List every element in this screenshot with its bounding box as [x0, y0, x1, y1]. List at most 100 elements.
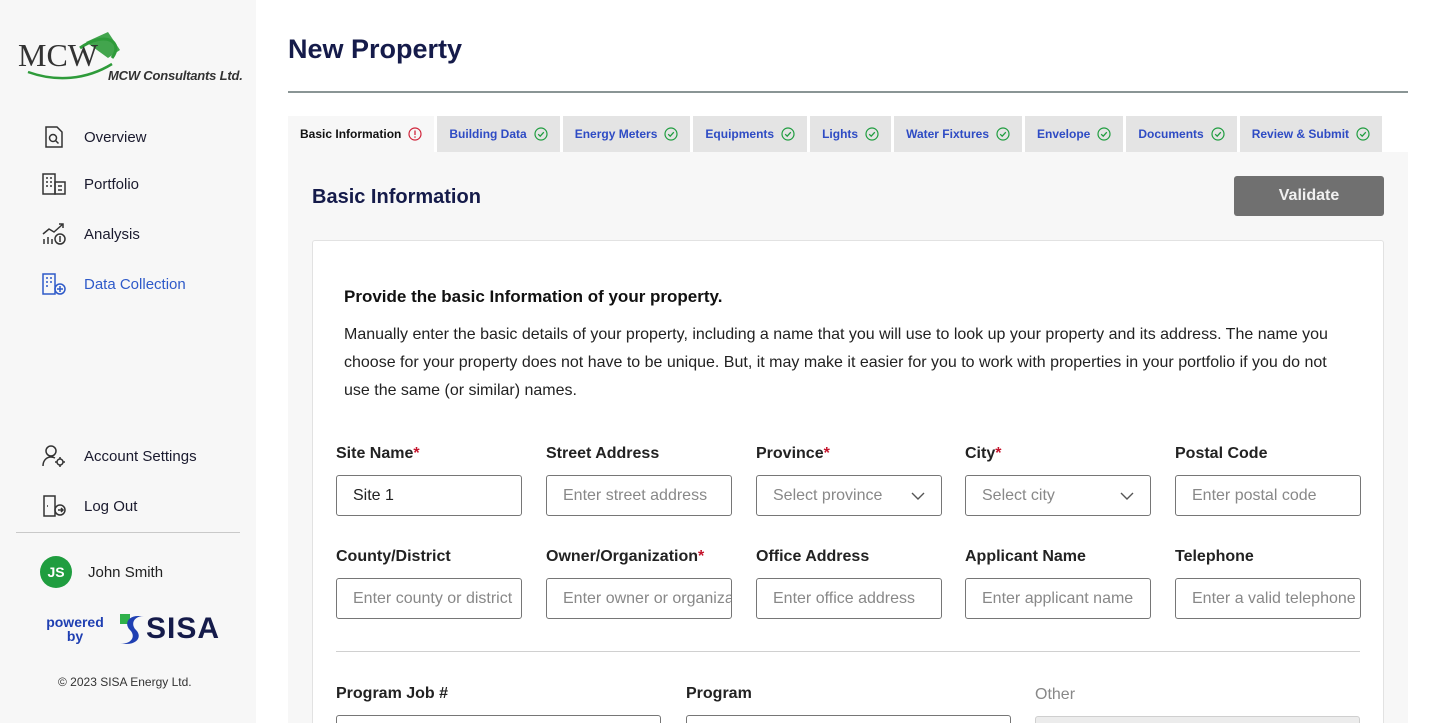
tab-envelope[interactable]: Envelope — [1025, 116, 1124, 152]
county-input[interactable]: Enter county or district — [336, 578, 522, 619]
tab-water-fixtures[interactable]: Water Fixtures — [894, 116, 1022, 152]
form-heading: Provide the basic Information of your pr… — [344, 287, 723, 306]
program-label: Program — [686, 685, 752, 702]
tab-label: Energy Meters — [574, 127, 658, 141]
user-profile[interactable]: JS John Smith — [40, 556, 163, 588]
postal-code-input[interactable]: Enter postal code — [1175, 475, 1361, 516]
tab-label: Documents — [1138, 127, 1204, 141]
tab-label: Review & Submit — [1251, 127, 1350, 141]
overview-icon — [40, 123, 68, 151]
sidebar-item-log-out[interactable]: Log Out — [40, 493, 137, 519]
required-marker: * — [995, 445, 1002, 462]
powered-by-label: powered by — [46, 614, 104, 644]
form-description: Manually enter the basic details of your… — [344, 326, 1328, 399]
sidebar-divider — [16, 532, 240, 533]
check-circle-icon — [1356, 127, 1370, 141]
site-name-field: Site Name* Site 1 — [336, 445, 522, 516]
tab-label: Basic Information — [300, 127, 402, 141]
program-field: Program — [686, 685, 1011, 723]
chevron-down-icon — [911, 492, 925, 500]
basic-information-panel: Basic Information Validate Provide the b… — [288, 152, 1408, 723]
province-label: Province* — [756, 445, 942, 465]
office-address-label: Office Address — [756, 548, 870, 565]
telephone-input[interactable]: Enter a valid telephone — [1175, 578, 1361, 619]
required-marker: * — [823, 445, 830, 462]
tab-lights[interactable]: Lights — [810, 116, 892, 152]
tab-documents[interactable]: Documents — [1126, 116, 1237, 152]
province-placeholder: Select province — [773, 486, 883, 504]
tab-review-submit[interactable]: Review & Submit — [1239, 116, 1383, 152]
tab-basic-information[interactable]: Basic Information — [288, 116, 435, 152]
tab-bar: Basic Information Building Data Energy M… — [288, 116, 1385, 152]
sidebar-item-label: Data Collection — [84, 275, 186, 293]
data-collection-icon — [40, 270, 68, 298]
check-circle-icon — [1211, 127, 1225, 141]
brand-name: SISA — [146, 612, 221, 645]
sidebar-item-analysis[interactable]: Analysis — [40, 221, 140, 247]
city-select[interactable]: Select city — [965, 475, 1151, 516]
tab-label: Lights — [822, 127, 859, 141]
postal-code-field: Postal Code Enter postal code — [1175, 445, 1361, 516]
applicant-name-label: Applicant Name — [965, 548, 1086, 565]
tab-label: Envelope — [1037, 127, 1091, 141]
site-name-label: Site Name* — [336, 445, 522, 465]
province-label-text: Province — [756, 445, 824, 462]
applicant-name-field: Applicant Name Enter applicant name — [965, 548, 1151, 619]
owner-label-text: Owner/Organization — [546, 548, 699, 565]
site-name-label-text: Site Name — [336, 445, 414, 462]
powered-by-sisa: powered by SISA — [40, 612, 220, 646]
tab-building-data[interactable]: Building Data — [437, 116, 560, 152]
sidebar-item-portfolio[interactable]: Portfolio — [40, 171, 139, 197]
logo-text: MCW — [18, 37, 99, 73]
sidebar-item-account-settings[interactable]: Account Settings — [40, 443, 197, 469]
office-address-field: Office Address Enter office address — [756, 548, 942, 619]
mcw-logo[interactable]: MCW MCW Consultants Ltd. — [16, 28, 246, 90]
check-circle-icon — [534, 127, 548, 141]
office-address-input[interactable]: Enter office address — [756, 578, 942, 619]
city-label-text: City — [965, 445, 996, 462]
chevron-down-icon — [1120, 492, 1134, 500]
program-job-label: Program Job # — [336, 685, 449, 702]
tab-label: Building Data — [449, 127, 527, 141]
site-name-input[interactable]: Site 1 — [336, 475, 522, 516]
page-title: New Property — [288, 34, 463, 64]
check-circle-icon — [1097, 127, 1111, 141]
sisa-mark-icon — [120, 614, 144, 644]
postal-code-label: Postal Code — [1175, 445, 1268, 462]
program-job-input[interactable] — [336, 715, 661, 723]
logo-subtitle: MCW Consultants Ltd. — [108, 68, 243, 83]
applicant-name-input[interactable]: Enter applicant name — [965, 578, 1151, 619]
owner-label: Owner/Organization* — [546, 548, 732, 568]
sidebar-item-label: Account Settings — [84, 447, 197, 465]
powered-by-text: powered by — [40, 615, 110, 643]
check-circle-icon — [664, 127, 679, 141]
telephone-label: Telephone — [1175, 548, 1254, 565]
owner-input[interactable]: Enter owner or organization — [546, 578, 732, 619]
portfolio-icon — [40, 170, 68, 198]
street-address-label: Street Address — [546, 445, 660, 462]
sidebar: MCW MCW Consultants Ltd. Overview Portfo… — [0, 0, 256, 723]
avatar: JS — [40, 556, 72, 588]
telephone-field: Telephone Enter a valid telephone — [1175, 548, 1361, 619]
province-select[interactable]: Select province — [756, 475, 942, 516]
required-marker: * — [698, 548, 705, 565]
form-card: Provide the basic Information of your pr… — [312, 240, 1384, 723]
county-label: County/District — [336, 548, 451, 565]
copyright: © 2023 SISA Energy Ltd. — [58, 675, 192, 689]
sidebar-item-data-collection[interactable]: Data Collection — [40, 271, 186, 297]
province-field: Province* Select province — [756, 445, 942, 516]
sidebar-item-overview[interactable]: Overview — [40, 124, 147, 150]
form-divider — [336, 651, 1360, 652]
sidebar-item-label: Overview — [84, 128, 147, 146]
account-settings-icon — [40, 442, 68, 470]
tab-label: Equipments — [705, 127, 775, 141]
city-label: City* — [965, 445, 1151, 465]
error-icon — [408, 127, 422, 141]
other-field: Other — [1035, 686, 1360, 723]
street-address-input[interactable]: Enter street address — [546, 475, 732, 516]
program-select[interactable] — [686, 715, 1011, 723]
tab-equipments[interactable]: Equipments — [693, 116, 808, 152]
tab-label: Water Fixtures — [906, 127, 989, 141]
validate-button[interactable]: Validate — [1234, 176, 1384, 216]
tab-energy-meters[interactable]: Energy Meters — [562, 116, 691, 152]
